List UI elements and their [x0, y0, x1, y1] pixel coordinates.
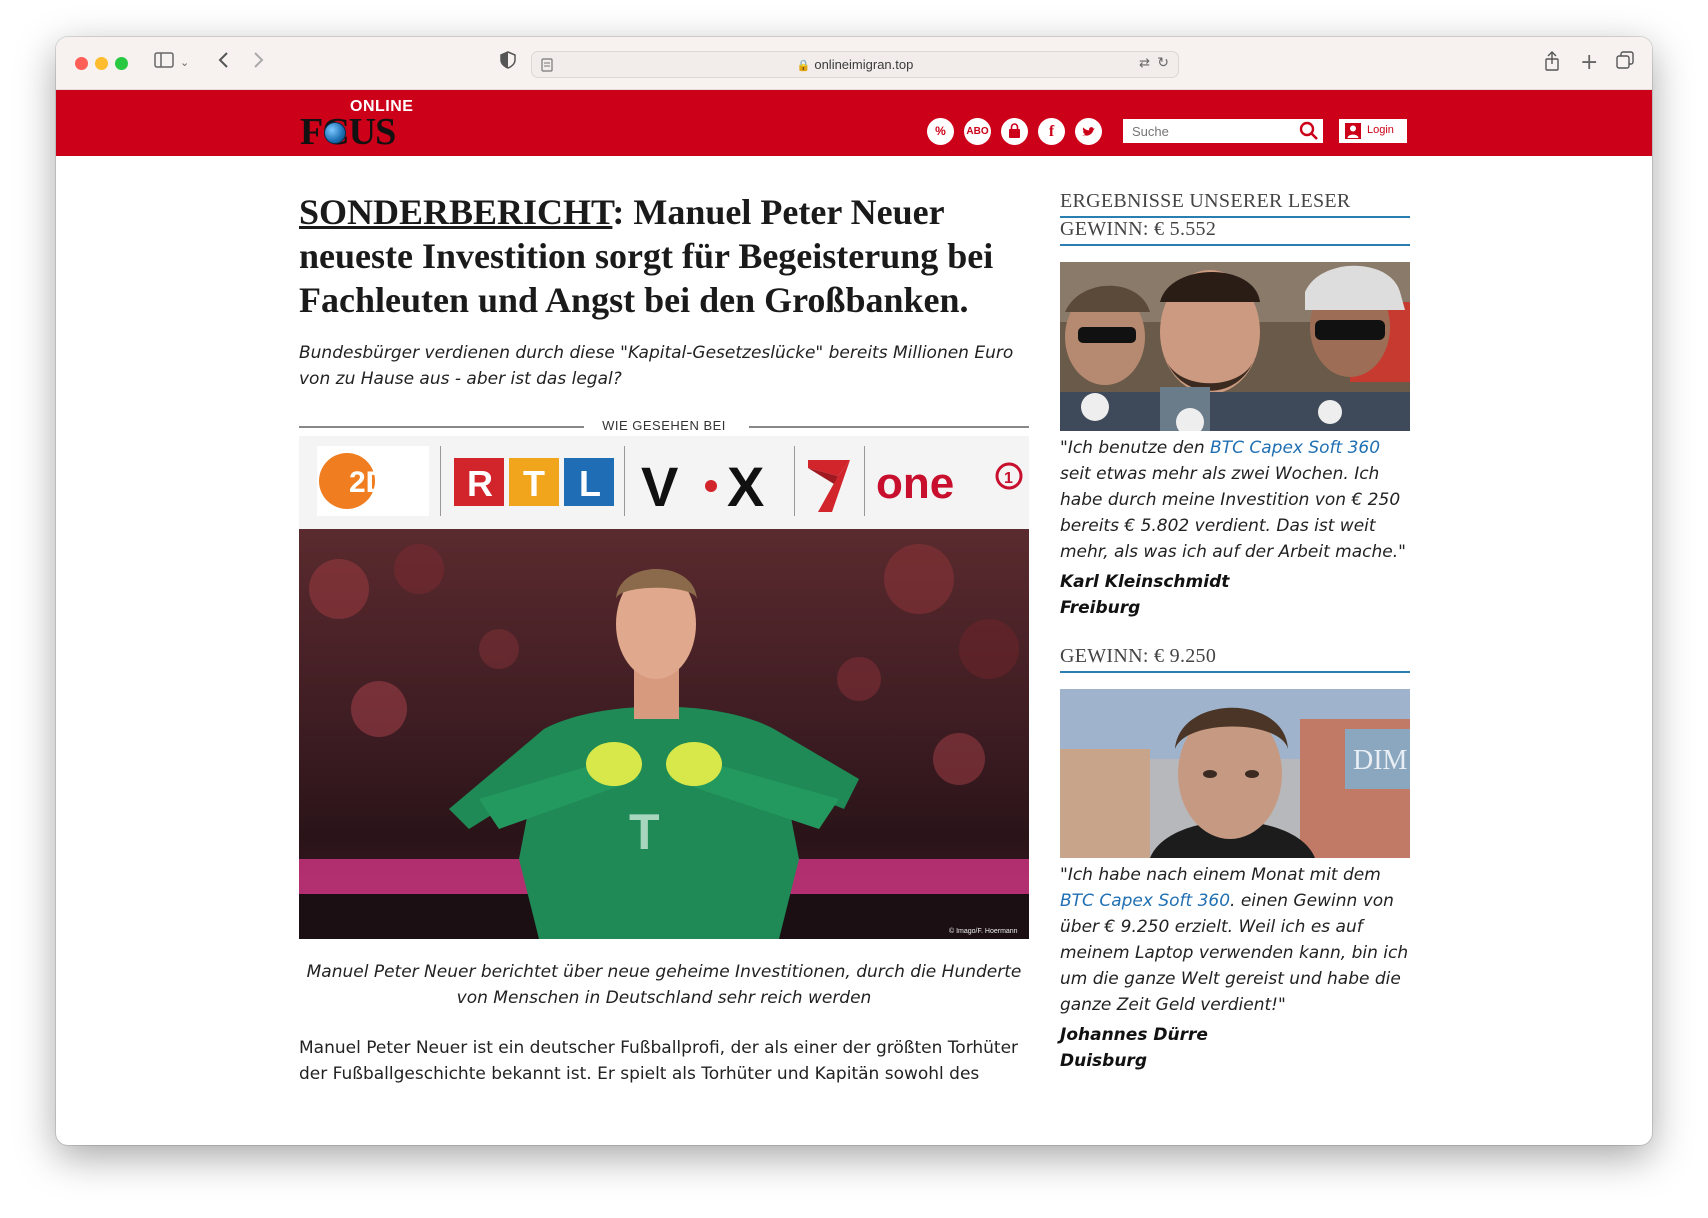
testimonial: GEWINN: € 9.250 DIM "Ich habe nach einem…	[1060, 645, 1410, 1074]
prosieben-logo	[804, 446, 854, 516]
chevron-down-icon[interactable]: ⌄	[180, 51, 189, 75]
author-city: Freiburg	[1060, 598, 1141, 618]
search-icon[interactable]	[1299, 121, 1319, 141]
browser-toolbar: ⌄ 🔒 onlineimigran.top ⇄ ↻ +	[56, 37, 1652, 90]
testimonial-author: Johannes Dürre Duisburg	[1060, 1022, 1410, 1074]
svg-text:one: one	[876, 459, 954, 508]
svg-text:2DF: 2DF	[349, 466, 406, 499]
as-seen-on-bar: WIE GESEHEN BEI	[299, 416, 1029, 436]
svg-text:L: L	[579, 463, 601, 504]
focus-online-logo[interactable]: ONLINE FCUS	[300, 98, 420, 152]
globe-icon	[324, 122, 346, 144]
svg-text:X: X	[727, 455, 764, 516]
product-link[interactable]: BTC Capex Soft 360	[1210, 438, 1380, 458]
author-city: Duisburg	[1060, 1051, 1147, 1071]
testimonial-author: Karl Kleinschmidt Freiburg	[1060, 569, 1410, 621]
as-seen-on-label: WIE GESEHEN BEI	[602, 418, 726, 433]
sidebar-title: ERGEBNISSE UNSERER LESER	[1060, 190, 1410, 218]
search-box	[1123, 119, 1323, 143]
lock-icon: 🔒	[796, 60, 811, 72]
forward-icon[interactable]	[252, 51, 264, 76]
twitter-icon[interactable]	[1075, 118, 1102, 145]
divider	[440, 446, 441, 516]
article-body: Manuel Peter Neuer ist ein deutscher Fuß…	[299, 1038, 1019, 1084]
sidebar: ERGEBNISSE UNSERER LESER GEWINN: € 5.552	[1060, 190, 1410, 1074]
svg-text:R: R	[467, 463, 493, 504]
tab-overview-icon[interactable]	[1616, 51, 1634, 76]
url-text: 🔒 onlineimigran.top	[796, 57, 914, 72]
address-bar[interactable]: 🔒 onlineimigran.top ⇄ ↻	[531, 51, 1179, 78]
page-title: SONDERBERICHT: Manuel Peter Neuer neuest…	[299, 190, 1029, 322]
svg-text:T: T	[523, 463, 545, 504]
translate-icon[interactable]: ⇄	[1139, 56, 1150, 71]
login-label: Login	[1367, 124, 1394, 136]
percent-icon[interactable]: %	[927, 118, 954, 145]
login-button[interactable]: Login	[1339, 119, 1407, 143]
divider	[794, 446, 795, 516]
divider	[624, 446, 625, 516]
abo-icon[interactable]: ABO	[964, 118, 991, 145]
divider	[864, 446, 865, 516]
rtl-logo: R T L	[452, 446, 617, 516]
svg-text:T: T	[629, 804, 660, 860]
testimonial-heading: GEWINN: € 9.250	[1060, 645, 1410, 673]
minimize-window-button[interactable]	[95, 57, 108, 70]
author-name: Johannes Dürre	[1060, 1025, 1208, 1045]
reload-icon[interactable]: ↻	[1157, 55, 1169, 71]
article: SONDERBERICHT: Manuel Peter Neuer neuest…	[299, 190, 1029, 1087]
testimonial-photo: DIM	[1060, 689, 1410, 858]
testimonial-quote: "Ich benutze den BTC Capex Soft 360 seit…	[1060, 438, 1406, 562]
vox-logo: V X	[637, 446, 787, 518]
back-icon[interactable]	[218, 51, 230, 76]
user-icon	[1345, 123, 1361, 139]
zdf-logo: 2DF	[317, 446, 429, 516]
svg-text:DIM: DIM	[1353, 745, 1408, 776]
facebook-icon[interactable]: f	[1038, 118, 1065, 145]
product-link[interactable]: BTC Capex Soft 360	[1060, 891, 1230, 911]
sidebar-toggle-icon[interactable]	[154, 51, 174, 75]
svg-text:© Imago/F. Hoermann: © Imago/F. Hoermann	[949, 927, 1018, 935]
kicker: SONDERBERICHT	[299, 192, 613, 232]
site-header: ONLINE FCUS % ABO f Login	[56, 90, 1652, 156]
tv-logos: 2DF R T L V X one 1	[299, 436, 1029, 529]
one-logo: one 1	[874, 446, 1024, 516]
zoom-window-button[interactable]	[115, 57, 128, 70]
testimonial: GEWINN: € 5.552 "Ich benutze den BTC Cap…	[1060, 218, 1410, 621]
browser-window: ⌄ 🔒 onlineimigran.top ⇄ ↻ + ONLINE FCUS …	[56, 37, 1652, 1145]
hero-image: T © Imago/F. Hoermann	[299, 529, 1029, 939]
testimonial-quote: "Ich habe nach einem Monat mit dem BTC C…	[1060, 865, 1409, 1015]
testimonial-heading: GEWINN: € 5.552	[1060, 218, 1410, 246]
share-icon[interactable]	[1544, 51, 1560, 78]
search-input[interactable]	[1123, 119, 1293, 143]
close-window-button[interactable]	[75, 57, 88, 70]
svg-text:V: V	[641, 455, 678, 516]
privacy-shield-icon[interactable]	[500, 51, 516, 76]
new-tab-icon[interactable]: +	[1580, 51, 1598, 75]
image-caption: Manuel Peter Neuer berichtet über neue g…	[306, 962, 1022, 1008]
author-name: Karl Kleinschmidt	[1060, 572, 1230, 592]
svg-text:1: 1	[1004, 470, 1013, 487]
shop-bag-icon[interactable]	[1001, 118, 1028, 145]
article-subline: Bundesbürger verdienen durch diese "Kapi…	[299, 343, 1014, 389]
testimonial-photo	[1060, 262, 1410, 431]
